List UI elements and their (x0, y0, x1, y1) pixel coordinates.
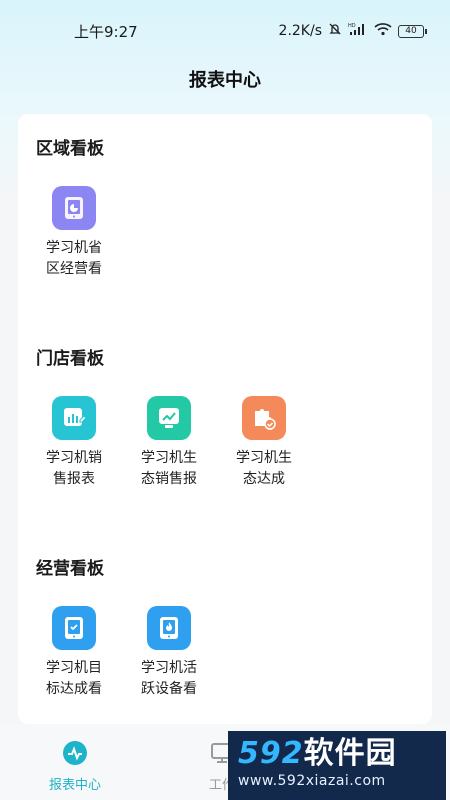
watermark-overlay: 592软件园 www.592xiazai.com (228, 731, 446, 800)
report-item-eco-achievement[interactable]: 学习机生态达成 (224, 396, 304, 490)
report-item-sales-report[interactable]: 学习机销售报表 (34, 396, 114, 490)
pulse-chart-icon (60, 738, 90, 768)
status-time: 上午9:27 (74, 22, 138, 41)
tablet-pie-chart-icon (52, 186, 96, 230)
tablet-check-icon (52, 606, 96, 650)
battery-level: 40 (405, 25, 417, 36)
watermark-logo: 592软件园 (238, 737, 436, 771)
report-item-province-operation[interactable]: 学习机省区经营看 (34, 186, 114, 280)
tablet-flame-icon (147, 606, 191, 650)
report-item-label: 学习机生态销售报 (141, 450, 197, 487)
watermark-url: www.592xiazai.com (238, 773, 386, 789)
report-item-label: 学习机活跃设备看 (141, 660, 197, 697)
wifi-icon (374, 22, 392, 40)
tab-label: 报表中心 (48, 778, 101, 793)
page-title: 报表中心 (189, 70, 261, 91)
svg-text:HD: HD (348, 23, 356, 29)
trend-chart-icon (147, 396, 191, 440)
report-item-label: 学习机目标达成看 (46, 660, 102, 697)
report-item-label: 学习机销售报表 (46, 450, 102, 487)
section-title: 区域看板 (36, 139, 104, 159)
network-speed: 2.2K/s (278, 23, 322, 39)
hd-signal-icon: HD (348, 22, 368, 40)
report-item-target-achievement[interactable]: 学习机目标达成看 (34, 606, 114, 700)
section-title: 经营看板 (36, 559, 104, 579)
report-item-active-devices[interactable]: 学习机活跃设备看 (129, 606, 209, 700)
mute-bell-icon (328, 22, 342, 40)
status-bar: 上午9:27 2.2K/s HD 40 (0, 0, 450, 62)
watermark-text: 软件园 (303, 736, 397, 771)
bar-chart-edit-icon (52, 396, 96, 440)
tab-report-center[interactable]: 报表中心 (35, 738, 115, 793)
report-item-label: 学习机生态达成 (236, 450, 292, 487)
report-card: 区域看板 学习机省区经营看 门店看板 学习机销售报表 学习机生态销售报 学习机生… (18, 114, 432, 724)
status-right: 2.2K/s HD 40 (278, 22, 427, 40)
report-item-eco-sales[interactable]: 学习机生态销售报 (129, 396, 209, 490)
battery-icon: 40 (398, 24, 427, 38)
watermark-number: 592 (238, 736, 304, 771)
puzzle-check-icon (242, 396, 286, 440)
section-title: 门店看板 (36, 349, 104, 369)
report-item-label: 学习机省区经营看 (46, 240, 102, 277)
